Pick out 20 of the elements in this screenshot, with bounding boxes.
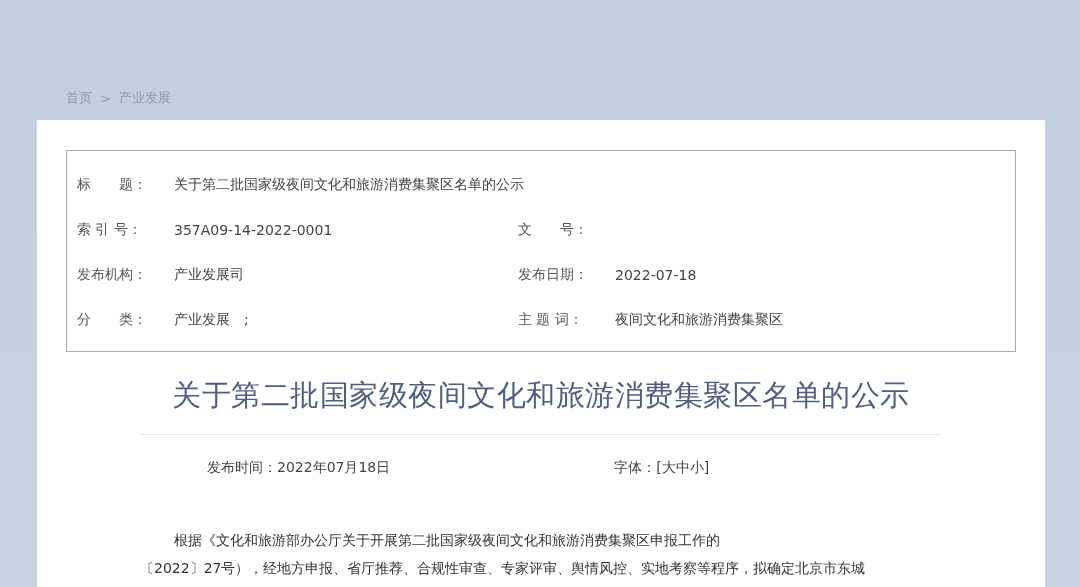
- field-label: 标 题：: [77, 175, 148, 194]
- font-size-link[interactable]: [大中小]: [656, 459, 710, 477]
- field-value: 357A09-14-2022-0001: [174, 221, 333, 238]
- field-value: 产业发展 ;: [174, 310, 249, 329]
- field-label: 分 类：: [77, 310, 148, 329]
- field-value: 夜间文化和旅游消费集聚区: [615, 310, 783, 329]
- article-title: 关于第二批国家级夜间文化和旅游消费集聚区名单的公示: [140, 376, 942, 435]
- paragraph-line: 〔2022〕27号），经地方申报、省厅推荐、合规性审查、专家评审、舆情风控、实地考察等程序，拟确定北京市东城: [140, 559, 866, 578]
- field-label: 文 号：: [518, 220, 589, 239]
- field-label: 发布机构：: [77, 265, 148, 284]
- font-size-label: 字体：: [614, 459, 657, 477]
- field-value: 关于第二批国家级夜间文化和旅游消费集聚区名单的公示: [174, 175, 524, 194]
- paragraph-line: 根据《文化和旅游部办公厅关于开展第二批国家级夜间文化和旅游消费集聚区申报工作的: [174, 531, 720, 550]
- field-label: 索 引 号：: [77, 220, 143, 239]
- field-value: 产业发展司: [174, 265, 244, 284]
- field-label: 主 题 词：: [518, 310, 584, 329]
- field-value: 2022-07-18: [615, 266, 697, 283]
- publish-time: 发布时间：2022年07月18日: [207, 459, 391, 477]
- field-label: 发布日期：: [518, 265, 589, 284]
- breadcrumb-separator: >: [100, 90, 111, 106]
